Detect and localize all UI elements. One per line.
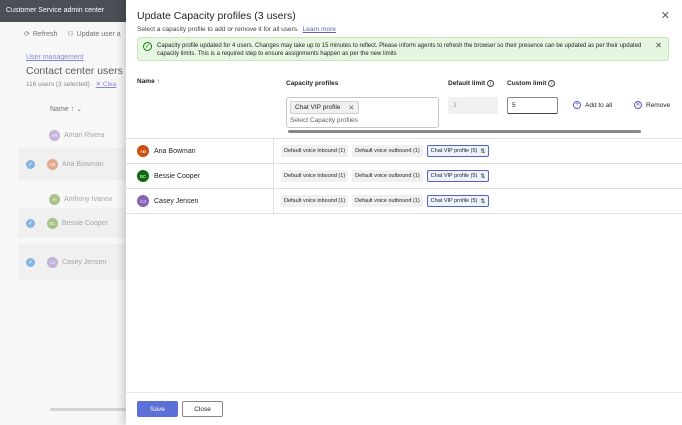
user-name: Casey Jensen — [154, 197, 199, 205]
column-divider — [273, 189, 274, 214]
add-to-all-label: Add to all — [585, 101, 613, 109]
profile-chip: Default voice outbound (1) — [352, 145, 423, 157]
learn-more-link[interactable]: Learn more — [303, 26, 336, 33]
checkmark-circle-icon: ✓ — [143, 42, 152, 51]
chip-label: Chat VIP profile (5) — [430, 198, 478, 204]
column-divider — [273, 164, 274, 189]
profile-chip: Default voice inbound (1) — [281, 195, 349, 207]
sort-arrows-icon: ⇅ — [480, 173, 486, 180]
table-row: AB Ana Bowman Default voice inbound (1) … — [126, 139, 682, 164]
remove-chip-icon[interactable]: ✕ — [348, 104, 354, 112]
table-row: CJ Casey Jensen Default voice inbound (1… — [126, 189, 682, 214]
footer-divider — [126, 392, 682, 393]
profile-chip: Default voice inbound (1) — [281, 145, 349, 157]
chip-label: Chat VIP profile (5) — [430, 173, 478, 179]
remove-circle-icon: ✕ — [634, 101, 642, 109]
column-header-capacity-profiles: Capacity profiles — [286, 80, 339, 87]
column-header-default-limit: Default limit i — [448, 80, 495, 87]
column-header-custom-limit: Custom limit i — [507, 80, 556, 87]
info-icon[interactable]: i — [487, 80, 495, 87]
selected-profile-chip: Chat VIP profile ✕ — [290, 101, 360, 114]
profile-chip: Default voice outbound (1) — [352, 195, 423, 207]
custom-limit-label: Custom limit — [507, 80, 547, 87]
panel-title: Update Capacity profiles (3 users) — [137, 10, 296, 22]
close-icon[interactable]: ✕ — [661, 9, 670, 22]
default-limit-label: Default limit — [448, 80, 486, 87]
table-row: BC Bessie Cooper Default voice inbound (… — [126, 164, 682, 189]
profile-chips: Default voice inbound (1) Default voice … — [281, 145, 490, 157]
sort-arrows-icon: ⇅ — [480, 198, 486, 205]
default-limit-field: 3 — [448, 97, 498, 114]
users-grid: AB Ana Bowman Default voice inbound (1) … — [126, 138, 682, 214]
banner-message: Capacity profile updated for 4 users. Ch… — [157, 43, 642, 57]
remove-label: Remove — [646, 101, 671, 109]
subtitle-text: Select a capacity profile to add or remo… — [137, 26, 299, 33]
user-name: Ana Bowman — [154, 147, 196, 155]
chip-label: Chat VIP profile — [295, 104, 341, 111]
user-cell: AB Ana Bowman — [137, 145, 196, 157]
profile-chip-highlighted[interactable]: Chat VIP profile (5) ⇅ — [426, 145, 490, 157]
column-divider — [273, 139, 274, 164]
profile-chips: Default voice inbound (1) Default voice … — [281, 195, 490, 207]
update-capacity-panel: Update Capacity profiles (3 users) ✕ Sel… — [126, 0, 682, 425]
add-to-all-button[interactable]: + Add to all — [573, 101, 612, 109]
custom-limit-input[interactable]: 5 — [507, 97, 558, 114]
user-cell: CJ Casey Jensen — [137, 195, 198, 207]
avatar: BC — [137, 170, 149, 182]
user-cell: BC Bessie Cooper — [137, 170, 200, 182]
info-icon[interactable]: i — [548, 80, 556, 87]
add-circle-icon: + — [573, 101, 581, 109]
avatar: CJ — [137, 195, 149, 207]
horizontal-scrollbar[interactable] — [288, 130, 641, 133]
panel-subtitle: Select a capacity profile to add or remo… — [137, 26, 336, 33]
save-button[interactable]: Save — [137, 401, 178, 417]
profile-chips: Default voice inbound (1) Default voice … — [281, 170, 490, 182]
user-name: Bessie Cooper — [154, 172, 200, 180]
profile-chip: Default voice inbound (1) — [281, 170, 349, 182]
close-button[interactable]: Close — [182, 401, 223, 417]
success-banner: ✓ Capacity profile updated for 4 users. … — [137, 37, 669, 61]
sort-arrows-icon: ⇅ — [480, 148, 486, 155]
picker-placeholder[interactable]: Select Capacity profiles — [290, 117, 358, 124]
avatar: AB — [137, 145, 149, 157]
app-title: Customer Service admin center — [6, 7, 105, 14]
profile-chip-highlighted[interactable]: Chat VIP profile (5) ⇅ — [426, 170, 490, 182]
profile-chip: Default voice outbound (1) — [352, 170, 423, 182]
remove-button[interactable]: ✕ Remove — [634, 101, 670, 109]
overlay-scrim — [0, 22, 126, 425]
profile-chip-highlighted[interactable]: Chat VIP profile (5) ⇅ — [426, 195, 490, 207]
dismiss-icon[interactable]: ✕ — [655, 41, 662, 50]
column-header-name[interactable]: Name ↑ — [137, 78, 160, 85]
chip-label: Chat VIP profile (5) — [430, 148, 478, 154]
capacity-profile-picker[interactable]: Chat VIP profile ✕ Select Capacity profi… — [286, 97, 439, 128]
